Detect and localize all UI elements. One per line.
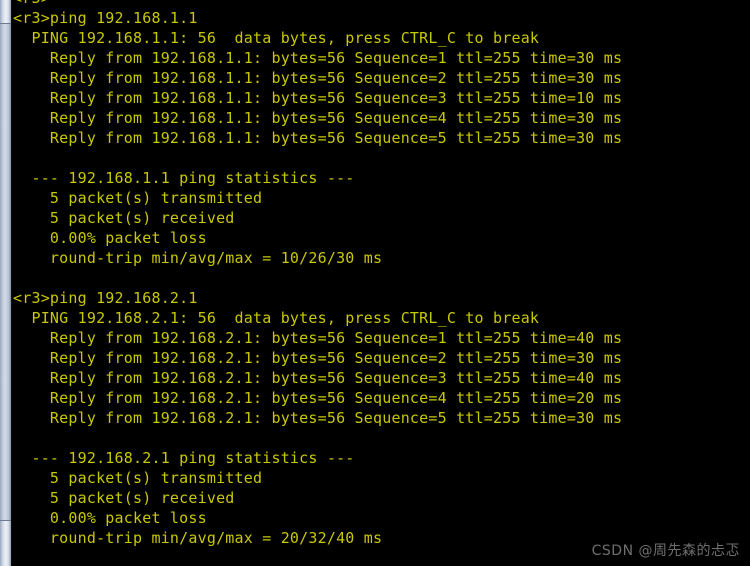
console-line: Reply from 192.168.1.1: bytes=56 Sequenc… [13, 129, 623, 147]
terminal-window: <r3><r3>ping 192.168.1.1 PING 192.168.1.… [0, 0, 750, 566]
console-line: round-trip min/avg/max = 10/26/30 ms [13, 249, 383, 267]
console-line: <r3>ping 192.168.2.1 [13, 289, 198, 307]
scrollbar-thumb[interactable] [0, 22, 11, 521]
vertical-scrollbar[interactable] [0, 0, 12, 566]
console-line-list: <r3><r3>ping 192.168.1.1 PING 192.168.1.… [12, 0, 750, 548]
console-line: Reply from 192.168.2.1: bytes=56 Sequenc… [13, 409, 623, 427]
console-line: <r3> [12, 0, 750, 8]
console-line: 0.00% packet loss [13, 509, 207, 527]
console-output-area[interactable]: <r3><r3>ping 192.168.1.1 PING 192.168.1.… [12, 0, 750, 566]
console-line: Reply from 192.168.1.1: bytes=56 Sequenc… [13, 69, 623, 87]
console-line: Reply from 192.168.2.1: bytes=56 Sequenc… [13, 369, 623, 387]
csdn-watermark: CSDN @周先森的忐忑 [591, 543, 740, 559]
console-line: Reply from 192.168.2.1: bytes=56 Sequenc… [13, 329, 623, 347]
console-line: PING 192.168.1.1: 56 data bytes, press C… [13, 29, 540, 47]
console-line: <r3>ping 192.168.1.1 [13, 9, 198, 27]
console-line: 0.00% packet loss [13, 229, 207, 247]
console-line: --- 192.168.2.1 ping statistics --- [13, 449, 355, 467]
console-line: 5 packet(s) transmitted [13, 469, 263, 487]
console-line: 5 packet(s) received [13, 209, 235, 227]
console-line: PING 192.168.2.1: 56 data bytes, press C… [13, 309, 540, 327]
console-line: 5 packet(s) transmitted [13, 189, 263, 207]
console-line: Reply from 192.168.1.1: bytes=56 Sequenc… [13, 49, 623, 67]
console-line: --- 192.168.1.1 ping statistics --- [13, 169, 355, 187]
console-line: Reply from 192.168.2.1: bytes=56 Sequenc… [13, 349, 623, 367]
console-line: Reply from 192.168.2.1: bytes=56 Sequenc… [13, 389, 623, 407]
console-line: Reply from 192.168.1.1: bytes=56 Sequenc… [13, 109, 623, 127]
console-line: 5 packet(s) received [13, 489, 235, 507]
console-line: Reply from 192.168.1.1: bytes=56 Sequenc… [13, 89, 623, 107]
